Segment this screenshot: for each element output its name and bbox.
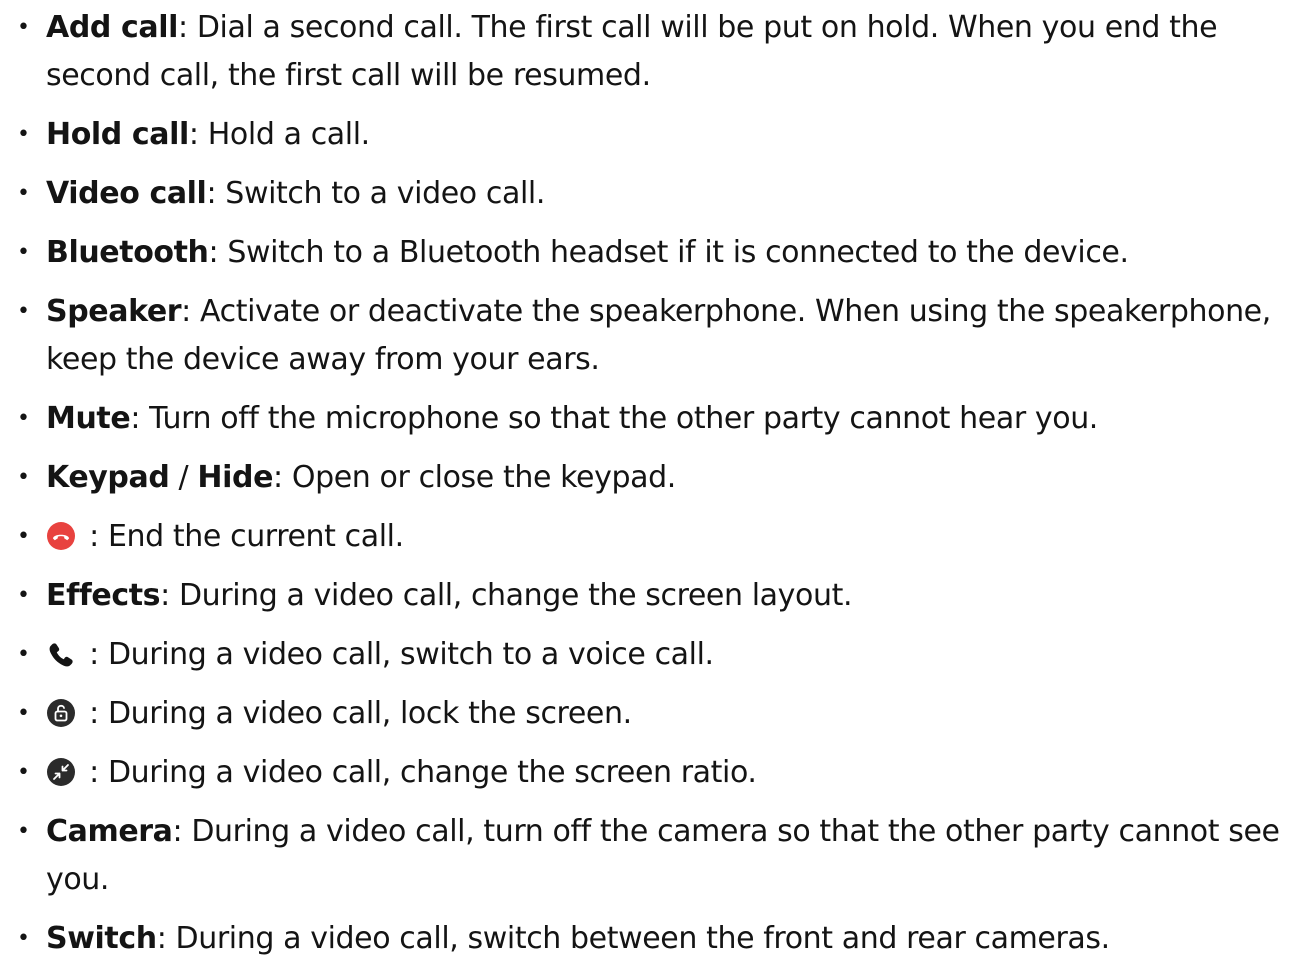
list-item-screen-ratio: • : During a video call, change the scre… xyxy=(0,749,1307,797)
bullet: • xyxy=(17,406,30,431)
bullet: • xyxy=(17,299,30,324)
desc-voice-call: : During a video call, switch to a voice… xyxy=(80,637,714,672)
list-item-bluetooth: • Bluetooth: Switch to a Bluetooth headse… xyxy=(0,229,1307,277)
list-item-video-call: • Video call: Switch to a video call. xyxy=(0,170,1307,218)
bullet: • xyxy=(17,926,30,951)
desc-add-call: : Dial a second call. The first call wil… xyxy=(46,10,1218,93)
bullet: • xyxy=(17,240,30,265)
bullet: • xyxy=(17,760,30,785)
desc-end-call: : End the current call. xyxy=(80,519,404,554)
term-separator: / xyxy=(169,460,198,495)
desc-bluetooth: : Switch to a Bluetooth headset if it is… xyxy=(208,235,1129,270)
term-switch: Switch xyxy=(46,921,157,956)
bullet: • xyxy=(17,181,30,206)
screen-ratio-icon xyxy=(46,757,76,787)
term-camera: Camera xyxy=(46,814,173,849)
term-keypad: Keypad xyxy=(46,460,170,495)
desc-screen-ratio: : During a video call, change the screen… xyxy=(80,755,757,790)
bullet: • xyxy=(17,15,30,40)
bullet: • xyxy=(17,524,30,549)
desc-keypad: : Open or close the keypad. xyxy=(273,460,676,495)
term-mute: Mute xyxy=(46,401,131,436)
bullet: • xyxy=(17,819,30,844)
list-item-lock-screen: • : During a video call, lock the screen… xyxy=(0,690,1307,738)
desc-camera: : During a video call, turn off the came… xyxy=(46,814,1280,897)
phone-icon xyxy=(46,639,76,669)
bullet: • xyxy=(17,642,30,667)
end-call-icon xyxy=(46,521,76,551)
list-item-effects: • Effects: During a video call, change th… xyxy=(0,572,1307,620)
bullet: • xyxy=(17,122,30,147)
list-item-mute: • Mute: Turn off the microphone so that t… xyxy=(0,395,1307,443)
desc-effects: : During a video call, change the screen… xyxy=(160,578,853,613)
desc-video-call: : Switch to a video call. xyxy=(206,176,545,211)
desc-mute: : Turn off the microphone so that the ot… xyxy=(130,401,1098,436)
lock-icon xyxy=(46,698,76,728)
term-hide: Hide xyxy=(197,460,274,495)
bullet: • xyxy=(17,583,30,608)
bullet: • xyxy=(17,701,30,726)
term-effects: Effects xyxy=(46,578,161,613)
term-hold-call: Hold call xyxy=(46,117,189,152)
list-item-hold-call: • Hold call: Hold a call. xyxy=(0,111,1307,159)
term-video-call: Video call xyxy=(46,176,207,211)
desc-hold-call: : Hold a call. xyxy=(188,117,370,152)
list-item-add-call: • Add call: Dial a second call. The first… xyxy=(0,4,1307,100)
desc-lock-screen: : During a video call, lock the screen. xyxy=(80,696,632,731)
list-item-speaker: • Speaker: Activate or deactivate the spe… xyxy=(0,288,1307,384)
bullet: • xyxy=(17,465,30,490)
term-speaker: Speaker xyxy=(46,294,182,329)
list-item-switch: • Switch: During a video call, switch bet… xyxy=(0,915,1307,963)
list-item-voice-call: • : During a video call, switch to a voi… xyxy=(0,631,1307,679)
list-item-keypad: • Keypad / Hide: Open or close the keypad… xyxy=(0,454,1307,502)
list-item-camera: • Camera: During a video call, turn off t… xyxy=(0,808,1307,904)
desc-speaker: : Activate or deactivate the speakerphon… xyxy=(46,294,1271,377)
term-add-call: Add call xyxy=(46,10,179,45)
call-options-list: • Add call: Dial a second call. The first… xyxy=(0,0,1307,963)
list-item-end-call: • : End the current call. xyxy=(0,513,1307,561)
term-bluetooth: Bluetooth xyxy=(46,235,209,270)
desc-switch: : During a video call, switch between th… xyxy=(156,921,1110,956)
